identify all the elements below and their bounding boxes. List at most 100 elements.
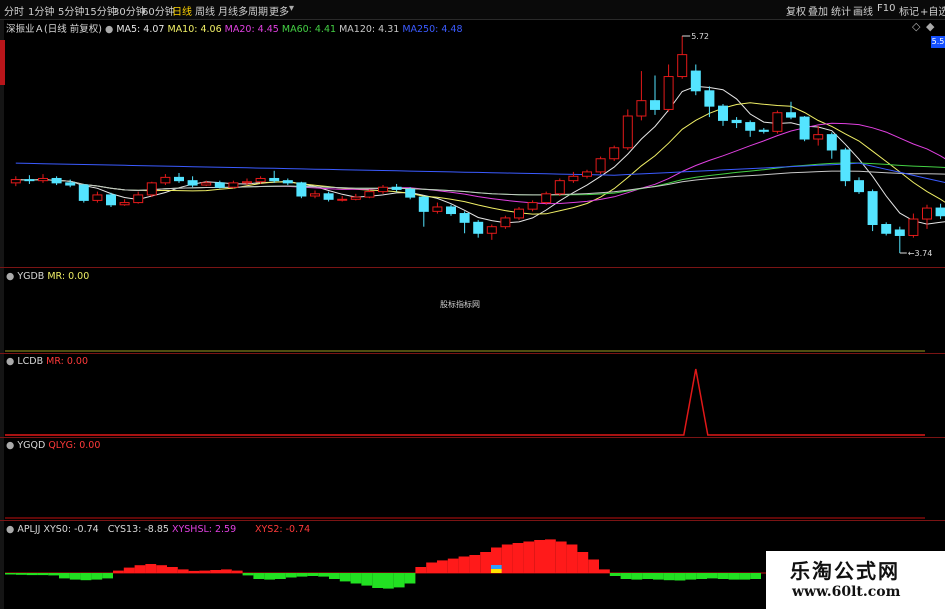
lcdb-mr-line xyxy=(5,368,925,436)
apljj-bar xyxy=(404,573,416,584)
candle-body xyxy=(364,191,375,198)
apljj-bar xyxy=(685,573,697,580)
candle-body xyxy=(894,229,905,236)
apljj-bar xyxy=(48,573,59,576)
apljj-bar xyxy=(447,558,459,573)
candle-body xyxy=(568,175,579,182)
panel-divider xyxy=(0,353,945,354)
candle-body xyxy=(541,193,552,204)
lcdb-name: LCDB xyxy=(17,356,44,367)
candle-body xyxy=(663,76,674,110)
apljj-bar xyxy=(426,562,437,573)
apljj-bar xyxy=(123,567,135,573)
apljj-xys0: XYS0: -0.74 xyxy=(43,524,99,535)
candle-body xyxy=(650,100,660,110)
apljj-bar xyxy=(318,573,329,577)
candle-body xyxy=(677,54,688,78)
apljj-bar xyxy=(145,564,157,573)
candle-body xyxy=(935,207,945,217)
apljj-bar xyxy=(199,570,211,573)
apljj-bar xyxy=(15,573,27,575)
apljj-highlight xyxy=(491,565,502,569)
logo-url: www.60lt.com xyxy=(792,584,901,600)
apljj-bar xyxy=(26,573,38,576)
apljj-bar xyxy=(534,540,545,573)
ygdb-name: YGDB xyxy=(17,271,45,282)
candle-body xyxy=(228,182,239,188)
candle-body xyxy=(405,188,416,198)
candle-body xyxy=(119,202,130,206)
apljj-bar xyxy=(599,569,610,573)
candle-body xyxy=(378,186,388,193)
candle-body xyxy=(473,221,484,234)
candle-body xyxy=(554,180,565,195)
watermark-text: 股标指标网 xyxy=(440,300,480,309)
panel-divider xyxy=(0,520,945,521)
settings-dot-icon[interactable]: ● xyxy=(6,271,14,282)
candle-body xyxy=(65,182,76,186)
apljj-bar xyxy=(134,565,146,573)
candle-body xyxy=(826,134,837,151)
apljj-bar xyxy=(631,573,643,580)
apljj-bar xyxy=(91,573,103,580)
candle-body xyxy=(636,100,647,117)
candle-body xyxy=(459,213,470,223)
apljj-bar xyxy=(609,573,621,576)
logo-title: 乐淘公式网 xyxy=(790,559,900,583)
candle-body xyxy=(745,122,756,131)
candle-body xyxy=(514,208,524,219)
apljj-bar xyxy=(588,559,599,573)
lcdb-mr: MR: 0.00 xyxy=(46,356,89,367)
settings-dot-icon[interactable]: ● xyxy=(6,440,14,451)
candle-body xyxy=(690,70,701,92)
panel-divider xyxy=(0,267,945,268)
apljj-bar xyxy=(469,555,481,573)
candle-body xyxy=(310,193,320,197)
apljj-bar xyxy=(188,570,200,573)
apljj-bar xyxy=(5,573,16,575)
candle-body xyxy=(214,182,225,188)
apljj-bar xyxy=(393,573,405,588)
candle-body xyxy=(881,224,892,234)
candle-body xyxy=(527,202,538,210)
ygdb-header: ● YGDB MR: 0.00 xyxy=(6,271,89,282)
candle-body xyxy=(908,218,919,236)
candle-body xyxy=(106,194,116,206)
apljj-bar xyxy=(577,552,589,573)
candle-body xyxy=(255,177,266,183)
settings-dot-icon[interactable]: ● xyxy=(6,524,14,535)
apljj-bar xyxy=(717,573,729,579)
apljj-bar xyxy=(37,573,49,576)
apljj-bar xyxy=(620,573,632,579)
settings-dot-icon[interactable]: ● xyxy=(6,356,14,367)
candle-body xyxy=(582,171,592,177)
apljj-bar xyxy=(696,573,707,579)
candle-body xyxy=(622,115,633,149)
candle-body xyxy=(337,198,348,201)
candle-body xyxy=(296,182,307,197)
apljj-bar xyxy=(437,560,448,573)
low-label: ←3.74 xyxy=(908,249,933,258)
candle-body xyxy=(187,180,198,186)
candle-body xyxy=(500,217,511,228)
high-label: 5.72 xyxy=(691,32,709,41)
candle-body xyxy=(609,147,620,160)
candle-body xyxy=(10,179,21,184)
candle-body xyxy=(922,207,932,220)
candle-body xyxy=(146,182,157,196)
apljj-bar xyxy=(156,565,167,573)
apljj-bar xyxy=(728,573,740,580)
apljj-bar xyxy=(750,573,761,579)
apljj-bar xyxy=(361,573,373,586)
candle-body xyxy=(269,177,280,182)
candle-body xyxy=(799,116,810,140)
apljj-bar xyxy=(275,573,286,579)
candle-body xyxy=(418,196,429,212)
apljj-bar xyxy=(307,573,319,576)
apljj-highlight xyxy=(491,569,502,573)
ygqd-name: YGQD xyxy=(17,440,46,451)
apljj-bar xyxy=(221,569,232,573)
candle-body xyxy=(174,176,184,182)
candle-body xyxy=(786,112,796,118)
apljj-bar xyxy=(296,573,308,577)
